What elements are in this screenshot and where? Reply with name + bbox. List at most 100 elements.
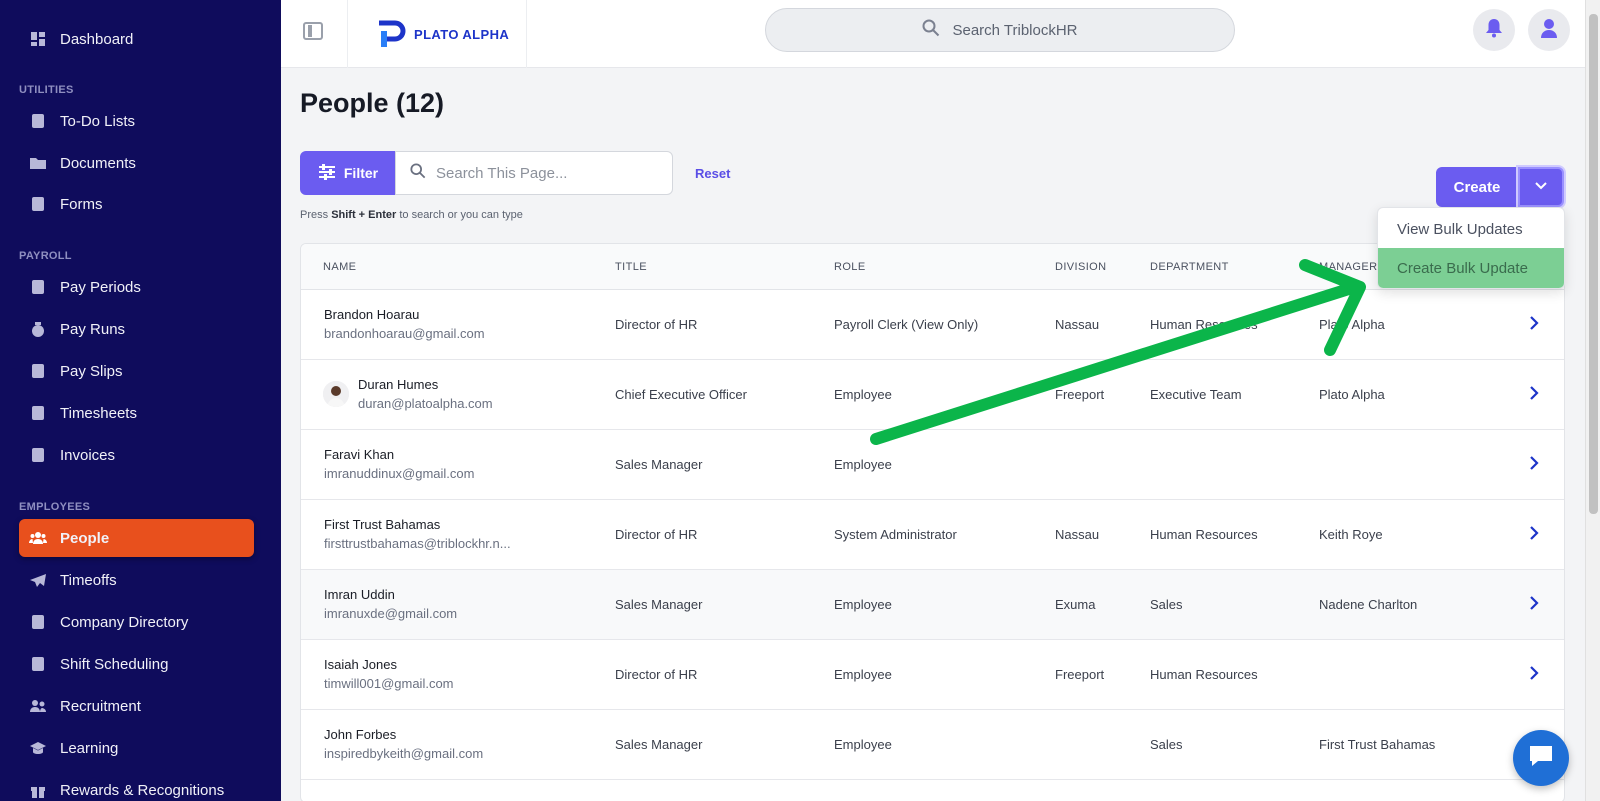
clipboard-icon — [29, 404, 47, 422]
sidebar-item-pay-periods[interactable]: Pay Periods — [19, 268, 254, 306]
person-title: Sales Manager — [615, 597, 703, 612]
chat-support-button[interactable] — [1513, 730, 1569, 786]
table-row[interactable]: Faravi Khan imranuddinux@gmail.com Sales… — [301, 430, 1564, 500]
logo[interactable]: PLATO ALPHA — [347, 0, 527, 68]
column-header-role[interactable]: ROLE — [834, 261, 866, 273]
sidebar-item-pay-slips[interactable]: Pay Slips — [19, 352, 254, 390]
table-row[interactable]: First Trust Bahamas firsttrustbahamas@tr… — [301, 500, 1564, 570]
column-header-department[interactable]: DEPARTMENT — [1150, 261, 1229, 273]
sidebar-item-recruitment[interactable]: Recruitment — [19, 687, 254, 725]
person-department: Human Resources — [1150, 667, 1258, 682]
person-title: Chief Executive Officer — [615, 387, 747, 402]
menu-item-view-bulk-updates[interactable]: View Bulk Updates — [1378, 209, 1564, 249]
clipboard-icon — [29, 112, 47, 130]
table-row[interactable]: Isaiah Jones timwill001@gmail.com Direct… — [301, 640, 1564, 710]
create-dropdown-button[interactable] — [1518, 167, 1564, 207]
menu-item-create-bulk-update[interactable]: Create Bulk Update — [1378, 248, 1564, 288]
sidebar-item-company-directory[interactable]: Company Directory — [19, 603, 254, 641]
table-row[interactable]: John Forbes inspiredbykeith@gmail.com Sa… — [301, 710, 1564, 780]
table-row[interactable]: Imran Uddin imranuxde@gmail.com Sales Ma… — [301, 570, 1564, 640]
reset-link[interactable]: Reset — [695, 166, 730, 181]
sidebar-item-label: Pay Periods — [60, 278, 141, 296]
person-department: Executive Team — [1150, 387, 1242, 402]
page-scrollbar[interactable] — [1585, 0, 1600, 801]
filter-button[interactable]: Filter — [300, 151, 396, 195]
people-table: NAME TITLE ROLE DIVISION DEPARTMENT MANA… — [300, 243, 1565, 801]
person-name[interactable]: Duran Humes — [358, 377, 438, 392]
person-title: Sales Manager — [615, 457, 703, 472]
person-name[interactable]: First Trust Bahamas — [324, 517, 440, 532]
person-email: duran@platoalpha.com — [358, 396, 493, 411]
sidebar-toggle-icon[interactable] — [303, 22, 323, 40]
invoice-icon — [29, 446, 47, 464]
chevron-right-icon[interactable] — [1529, 666, 1539, 680]
scrollbar-thumb[interactable] — [1589, 14, 1598, 514]
page-search-input[interactable]: Search This Page... — [395, 151, 673, 195]
sidebar-item-todo[interactable]: To-Do Lists — [19, 102, 254, 140]
calendar-icon — [29, 655, 47, 673]
sidebar-item-label: Documents — [60, 154, 136, 172]
person-division: Exuma — [1055, 597, 1096, 612]
search-icon — [410, 163, 426, 183]
sidebar-item-timesheets[interactable]: Timesheets — [19, 394, 254, 432]
page-search-placeholder: Search This Page... — [436, 164, 568, 182]
sidebar-item-shift-scheduling[interactable]: Shift Scheduling — [19, 645, 254, 683]
sidebar-item-rewards[interactable]: Rewards & Recognitions — [19, 771, 254, 801]
person-role: Employee — [834, 667, 892, 682]
sidebar-item-label: Dashboard — [60, 30, 134, 48]
notifications-button[interactable] — [1473, 9, 1515, 51]
person-name[interactable]: John Forbes — [324, 727, 396, 742]
calendar-icon — [29, 278, 47, 296]
column-header-manager[interactable]: MANAGER — [1319, 261, 1377, 273]
person-role: Payroll Clerk (View Only) — [834, 317, 979, 332]
person-manager: First Trust Bahamas — [1319, 737, 1436, 752]
dashboard-icon — [29, 30, 47, 48]
person-email: timwill001@gmail.com — [324, 676, 454, 691]
chevron-right-icon[interactable] — [1529, 386, 1539, 400]
sidebar-item-timeoffs[interactable]: Timeoffs — [19, 561, 254, 599]
chevron-right-icon[interactable] — [1529, 526, 1539, 540]
person-name[interactable]: Imran Uddin — [324, 587, 395, 602]
create-button[interactable]: Create — [1436, 167, 1518, 207]
person-department: Sales — [1150, 597, 1183, 612]
sidebar-item-label: Timeoffs — [60, 571, 117, 589]
column-header-division[interactable]: DIVISION — [1055, 261, 1107, 273]
column-header-title[interactable]: TITLE — [615, 261, 647, 273]
sidebar-item-forms[interactable]: Forms — [19, 185, 254, 223]
sidebar-item-label: Learning — [60, 739, 119, 757]
sidebar-item-learning[interactable]: Learning — [19, 729, 254, 767]
search-hint: Press Shift + Enter to search or you can… — [300, 209, 523, 221]
chevron-right-icon[interactable] — [1529, 316, 1539, 330]
top-bar: PLATO ALPHA Search TriblockHR — [281, 0, 1585, 68]
sidebar-item-invoices[interactable]: Invoices — [19, 436, 254, 474]
column-header-name[interactable]: NAME — [323, 261, 356, 273]
hint-keys: Shift + Enter — [331, 209, 397, 221]
person-manager: Nadene Charlton — [1319, 597, 1418, 612]
table-row[interactable]: Brandon Hoarau brandonhoarau@gmail.com D… — [301, 290, 1564, 360]
person-name[interactable]: Faravi Khan — [324, 447, 394, 462]
folder-icon — [29, 154, 47, 172]
person-manager: Plato Alpha — [1319, 387, 1385, 402]
create-dropdown-menu: View Bulk Updates Create Bulk Update — [1377, 207, 1565, 289]
sidebar-item-documents[interactable]: Documents — [19, 144, 254, 182]
profile-button[interactable] — [1528, 9, 1570, 51]
person-email: imranuddinux@gmail.com — [324, 466, 475, 481]
section-utilities: UTILITIES — [19, 84, 74, 96]
person-name[interactable]: Isaiah Jones — [324, 657, 397, 672]
money-bag-icon — [29, 320, 47, 338]
table-row[interactable]: Duran Humes duran@platoalpha.com Chief E… — [301, 360, 1564, 430]
sidebar-item-people[interactable]: People — [19, 519, 254, 557]
filter-button-label: Filter — [343, 165, 379, 181]
global-search-placeholder: Search TriblockHR — [952, 21, 1078, 39]
person-email: brandonhoarau@gmail.com — [324, 326, 485, 341]
sidebar-item-pay-runs[interactable]: Pay Runs — [19, 310, 254, 348]
bell-icon — [1485, 18, 1503, 43]
person-name[interactable]: Brandon Hoarau — [324, 307, 419, 322]
sidebar: Dashboard UTILITIES To-Do Lists Document… — [0, 0, 281, 801]
global-search-input[interactable]: Search TriblockHR — [765, 8, 1235, 52]
chevron-right-icon[interactable] — [1529, 456, 1539, 470]
person-role: System Administrator — [834, 527, 957, 542]
sidebar-item-dashboard[interactable]: Dashboard — [19, 20, 254, 58]
sidebar-item-label: To-Do Lists — [60, 112, 136, 130]
chevron-right-icon[interactable] — [1529, 596, 1539, 610]
